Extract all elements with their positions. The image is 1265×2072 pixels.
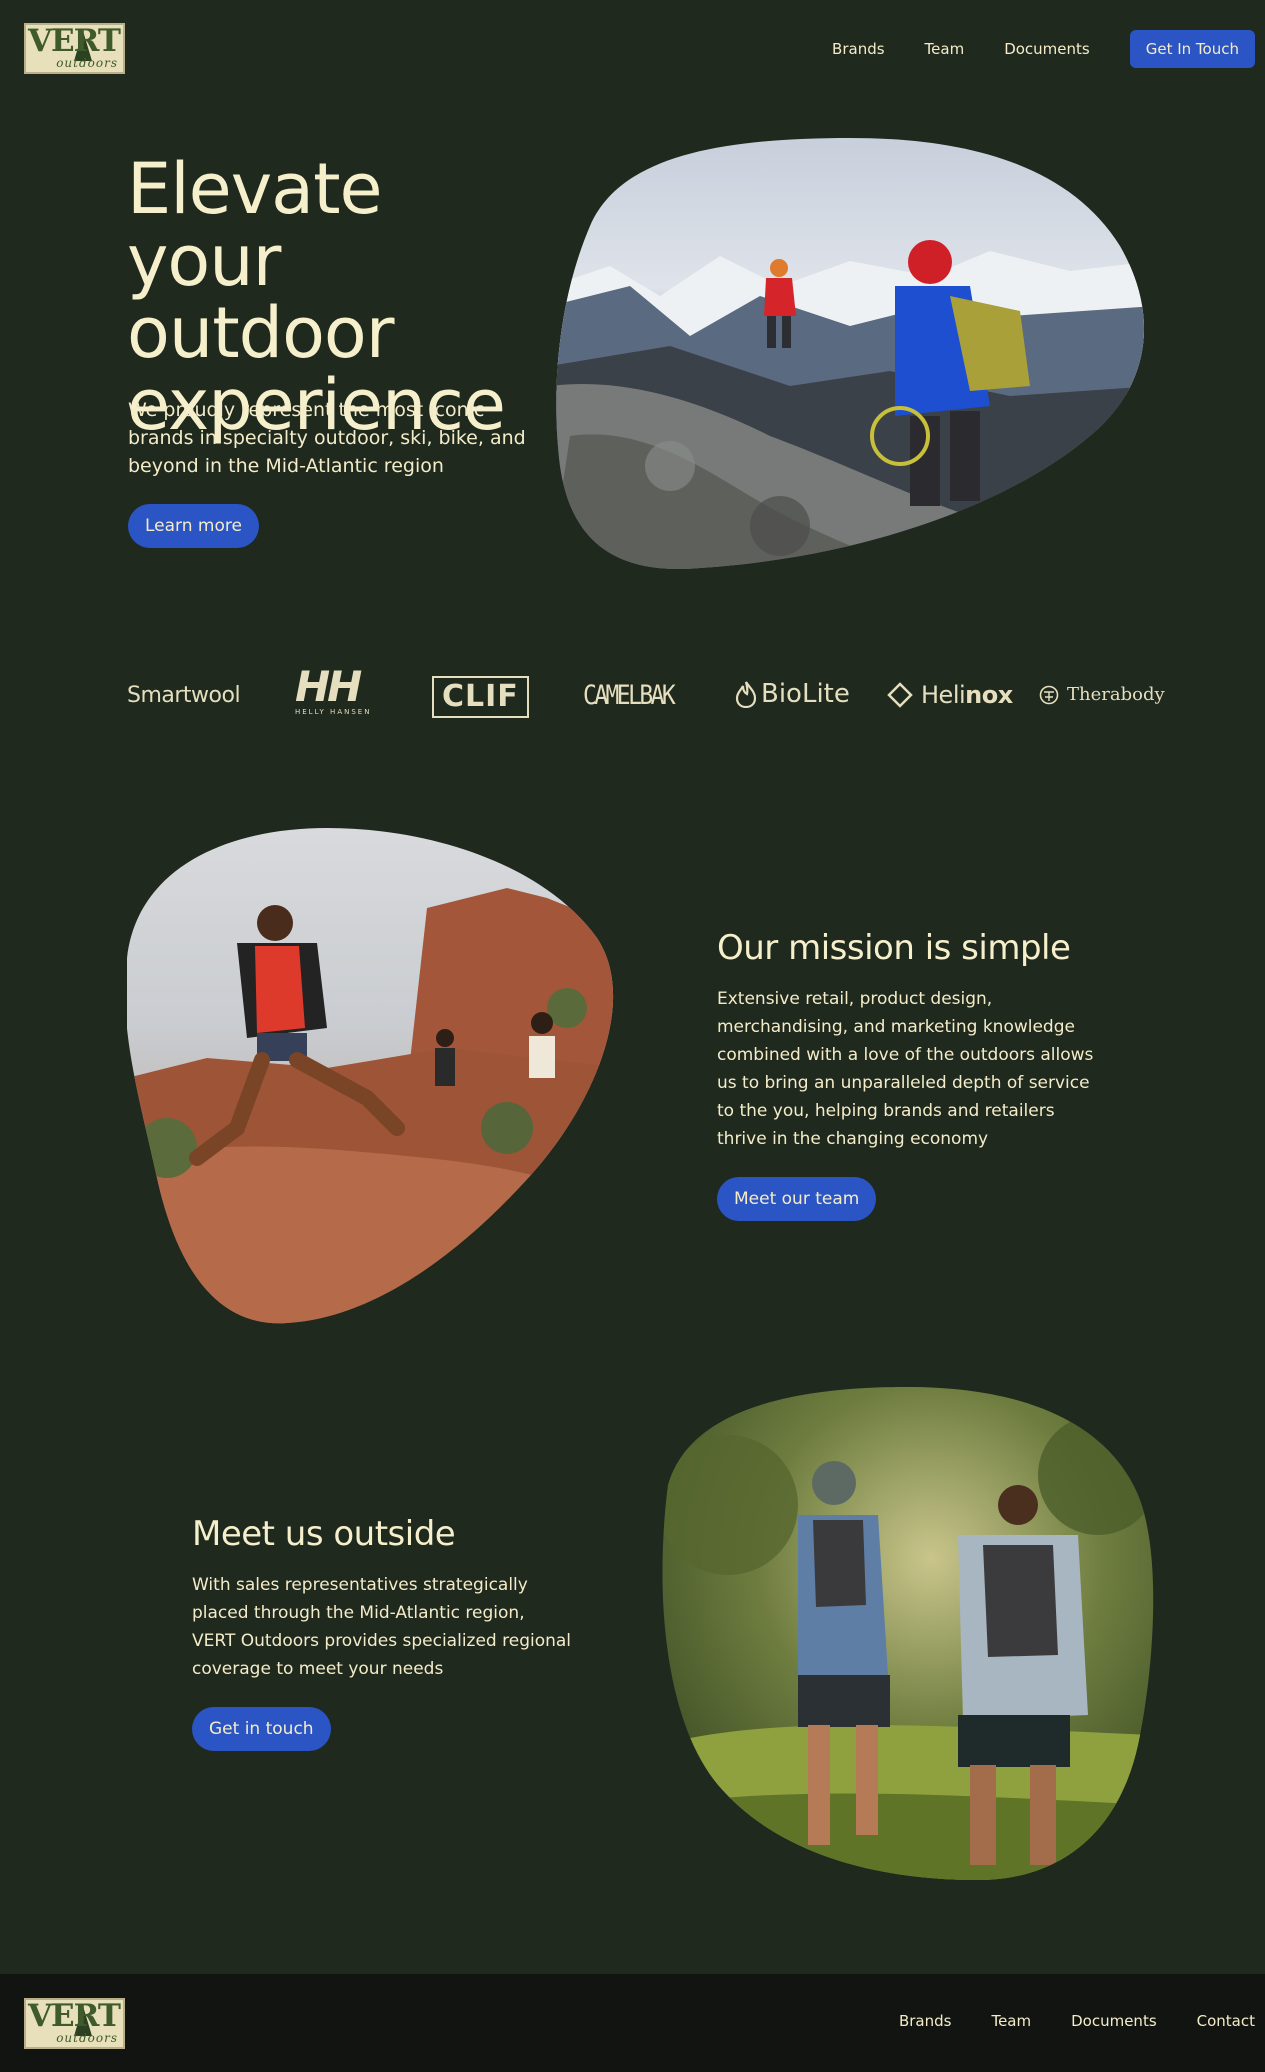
- meet-our-team-button[interactable]: Meet our team: [717, 1177, 877, 1221]
- diamond-icon: [887, 682, 913, 708]
- get-in-touch-cta-button[interactable]: Get in touch: [192, 1707, 331, 1751]
- biolite-logo: BioLite: [735, 679, 850, 709]
- footer-contact-link[interactable]: Contact: [1197, 2012, 1255, 2030]
- helinox-text-a: Heli: [921, 681, 966, 709]
- therabody-icon: [1039, 685, 1059, 704]
- desert-runners-image: [127, 828, 614, 1324]
- mission-title: Our mission is simple: [717, 928, 1071, 968]
- helinox-logo: Heli nox: [887, 681, 1013, 709]
- camelbak-logo: CAMELBAK: [583, 680, 676, 711]
- flame-icon: [735, 681, 757, 708]
- footer-logo-subtext: outdoors: [56, 2031, 118, 2045]
- footer-nav: Brands Team Documents Contact: [859, 2012, 1255, 2030]
- helly-hansen-logo: HH HELLY HANSEN: [295, 662, 372, 717]
- hero-climbers-image: [556, 138, 1144, 570]
- logo-text: VERT: [28, 23, 121, 59]
- outside-body: With sales representatives strategically…: [192, 1575, 572, 1679]
- footer-logo-text: VERT: [28, 1998, 121, 2034]
- site-footer: VERT outdoors Brands Team Documents Cont…: [0, 1974, 1265, 2072]
- vert-logo[interactable]: VERT outdoors: [24, 23, 125, 74]
- mission-body: Extensive retail, product design, mercha…: [717, 989, 1094, 1149]
- learn-more-button[interactable]: Learn more: [128, 504, 259, 548]
- therabody-text: Therabody: [1067, 684, 1165, 705]
- main-nav: Brands Team Documents Get In Touch: [832, 30, 1255, 68]
- hh-mark: HH: [295, 662, 362, 711]
- nav-documents-link[interactable]: Documents: [1004, 30, 1090, 68]
- footer-brands-link[interactable]: Brands: [899, 2012, 952, 2030]
- footer-team-link[interactable]: Team: [991, 2012, 1031, 2030]
- hero-subtitle: We proudly represent the most iconic bra…: [128, 399, 526, 477]
- get-in-touch-button[interactable]: Get In Touch: [1129, 30, 1255, 68]
- brand-logos-row: Smartwool HH HELLY HANSEN CLIF CAMELBAK …: [127, 662, 1165, 730]
- smartwool-logo: Smartwool: [127, 683, 241, 708]
- outside-title: Meet us outside: [192, 1514, 456, 1554]
- forest-runners-image: [662, 1387, 1154, 1880]
- hh-subtext: HELLY HANSEN: [295, 708, 372, 716]
- nav-brands-link[interactable]: Brands: [832, 30, 885, 68]
- therabody-logo: Therabody: [1039, 684, 1165, 705]
- footer-documents-link[interactable]: Documents: [1071, 2012, 1157, 2030]
- site-header: VERT outdoors Brands Team Documents Get …: [0, 0, 1265, 98]
- nav-team-link[interactable]: Team: [925, 30, 965, 68]
- clif-logo: CLIF: [432, 676, 529, 718]
- biolite-text: BioLite: [761, 679, 850, 709]
- footer-vert-logo[interactable]: VERT outdoors: [24, 1998, 125, 2049]
- logo-subtext: outdoors: [56, 56, 118, 70]
- helinox-text-b: nox: [965, 681, 1013, 709]
